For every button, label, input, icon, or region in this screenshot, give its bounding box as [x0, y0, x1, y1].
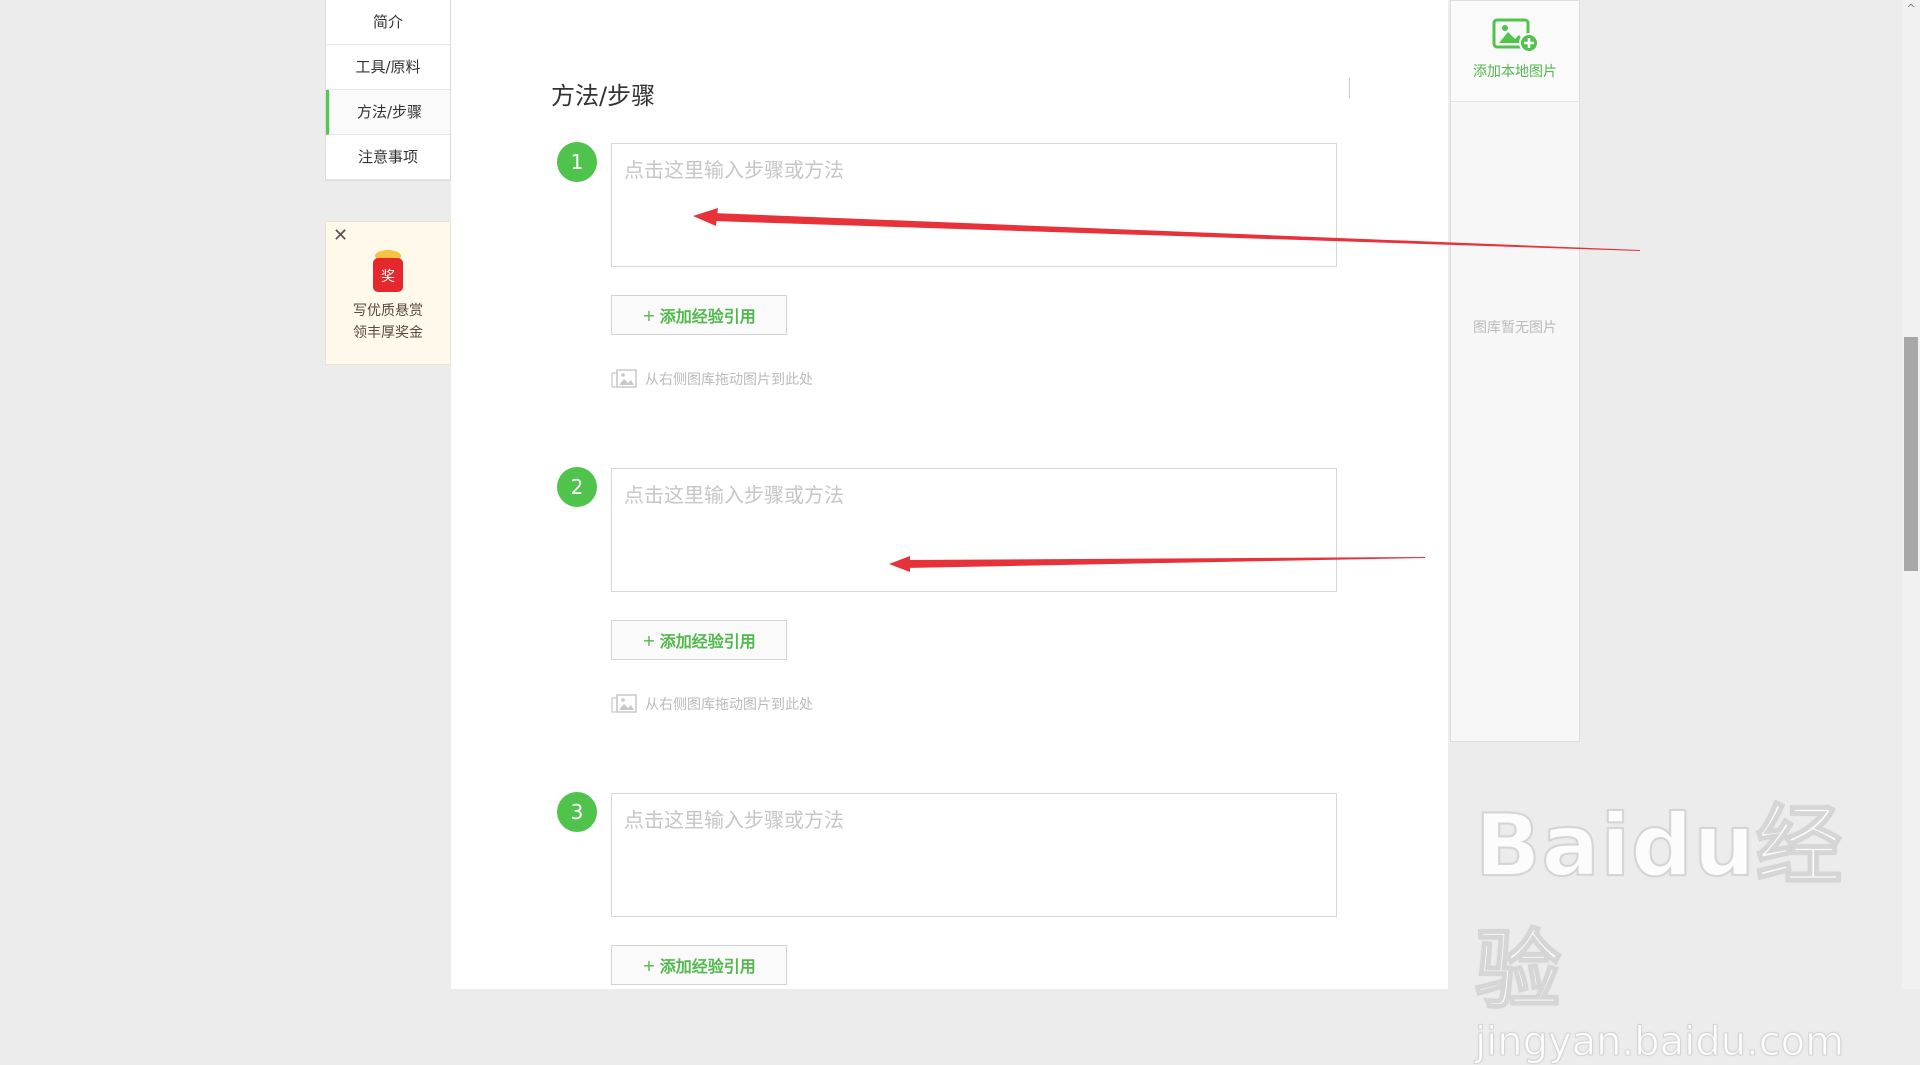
gallery-empty-text: 图库暂无图片	[1473, 320, 1557, 336]
add-reference-button[interactable]: + 添加经验引用	[611, 945, 787, 985]
reward-promo-card[interactable]: ✕ 奖 写优质悬赏 领丰厚奖金	[325, 221, 451, 365]
red-envelope-icon: 奖	[370, 248, 406, 294]
image-gallery-panel: 添加本地图片 图库暂无图片	[1450, 0, 1580, 742]
drag-hint-text: 从右侧图库拖动图片到此处	[645, 372, 813, 388]
reward-text-line1: 写优质悬赏	[353, 303, 423, 319]
drag-image-hint: 从右侧图库拖动图片到此处	[611, 694, 813, 714]
add-reference-button[interactable]: + 添加经验引用	[611, 295, 787, 335]
add-reference-label: 添加经验引用	[659, 307, 756, 326]
nav-item-intro[interactable]: 简介	[326, 0, 450, 45]
step-number-badge: 1	[557, 142, 597, 182]
step-input[interactable]	[611, 143, 1337, 267]
add-reference-label: 添加经验引用	[659, 957, 756, 976]
page-scrollbar[interactable]: ^	[1902, 0, 1920, 989]
reward-text-line2: 领丰厚奖金	[353, 325, 423, 341]
scrollbar-thumb[interactable]	[1904, 337, 1918, 571]
baidu-jingyan-watermark: Baidu经验 jingyan.baidu.com	[1474, 775, 1855, 1065]
step-number-badge: 3	[557, 792, 597, 832]
step-number-badge: 2	[557, 467, 597, 507]
divider	[1349, 78, 1350, 98]
nav-item-notes[interactable]: 注意事项	[326, 135, 450, 180]
plus-icon: +	[642, 305, 656, 325]
watermark-url: jingyan.baidu.com	[1475, 1019, 1845, 1065]
section-title: 方法/步骤	[551, 82, 656, 110]
outline-nav: 简介 工具/原料 方法/步骤 注意事项	[325, 0, 451, 181]
add-reference-label: 添加经验引用	[659, 632, 756, 651]
nav-item-steps[interactable]: 方法/步骤	[326, 90, 450, 135]
close-icon[interactable]: ✕	[333, 225, 348, 246]
add-reference-button[interactable]: + 添加经验引用	[611, 620, 787, 660]
drag-hint-text: 从右侧图库拖动图片到此处	[645, 697, 813, 713]
nav-item-tools[interactable]: 工具/原料	[326, 45, 450, 90]
add-local-image-button[interactable]: 添加本地图片	[1451, 1, 1579, 102]
image-icon	[611, 694, 637, 713]
editor-main: 方法/步骤 1 + 添加经验引用 从右侧图库拖动图片到此处 2 + 添加经验引用…	[451, 0, 1448, 989]
add-image-icon	[1492, 18, 1539, 53]
reward-badge-text: 奖	[381, 268, 395, 285]
step-input[interactable]	[611, 793, 1337, 917]
scroll-up-icon[interactable]: ^	[1902, 0, 1920, 18]
add-local-image-label: 添加本地图片	[1473, 64, 1557, 80]
drag-image-hint: 从右侧图库拖动图片到此处	[611, 369, 813, 389]
watermark-brand: Baidu经验	[1474, 795, 1843, 1022]
step-input[interactable]	[611, 468, 1337, 592]
plus-icon: +	[642, 630, 656, 650]
image-icon	[611, 369, 637, 388]
plus-icon: +	[642, 955, 656, 975]
